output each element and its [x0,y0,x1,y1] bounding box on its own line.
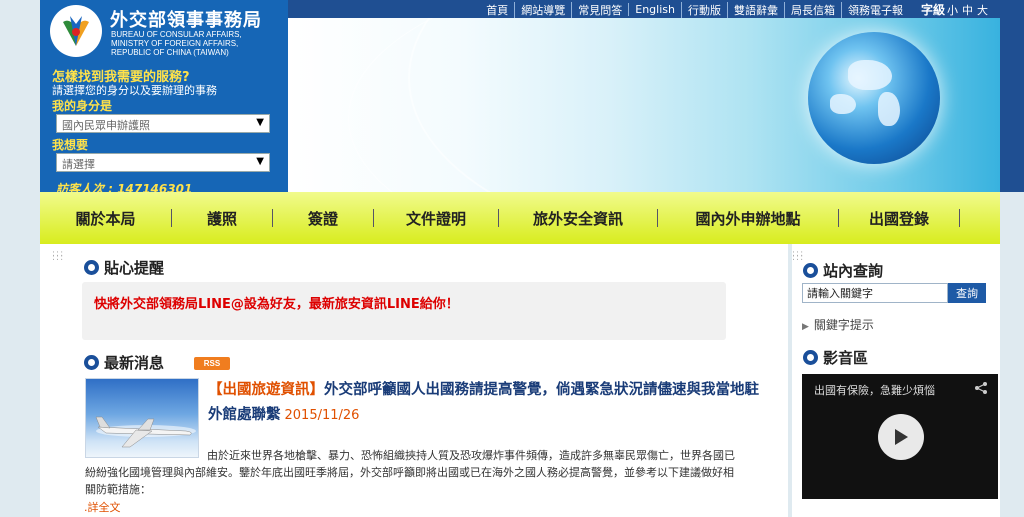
nav-about[interactable]: 關於本局 [40,192,171,244]
media-heading: 影音區 [803,347,868,368]
dropdown-arrow-icon: ▼ [256,156,264,167]
news-headline[interactable]: 【出國旅遊資訊】外交部呼籲國人出國務請提高警覺，倘遇緊急狀況請儘速與我當地駐外館… [208,378,768,428]
bureau-emblem-icon [50,5,102,57]
font-size-small[interactable]: 小 [945,2,960,18]
news-date: 2015/11/26 [284,408,360,423]
service-finder-title: 怎樣找到我需要的服務? [52,70,190,85]
media-heading-text: 影音區 [823,349,869,367]
drag-handle-icon[interactable]: :::::: [792,250,804,263]
want-label: 我想要 [52,138,89,152]
dropdown-arrow-icon: ▼ [256,117,264,128]
top-nav-home[interactable]: 首頁 [480,2,514,18]
identity-select-value: 國內民眾申辦護照 [62,119,150,132]
want-select[interactable]: 請選擇 ▼ [56,153,270,172]
identity-select[interactable]: 國內民眾申辦護照 ▼ [56,114,270,133]
font-size-large[interactable]: 大 [975,2,990,18]
reminder-text[interactable]: 快將外交部領務局LINE@設為好友，最新旅安資訊LINE給你！ [94,293,459,312]
nav-application-locations[interactable]: 國內外申辦地點 [658,192,838,244]
reminder-box: 快將外交部領務局LINE@設為好友，最新旅安資訊LINE給你！ [82,282,726,340]
bureau-name-zh: 外交部領事事務局 [110,10,262,31]
bureau-name-en: BUREAU OF CONSULAR AFFAIRS, MINISTRY OF … [111,30,242,57]
nav-document-authentication[interactable]: 文件證明 [374,192,498,244]
drag-handle-icon[interactable]: :::::: [52,250,64,263]
keyword-hint-link[interactable]: ▶ 關鍵字提示 [802,316,874,333]
video-player[interactable]: 出國有保險，急難少煩惱 [802,374,998,499]
top-nav-sitemap[interactable]: 網站導覽 [514,1,571,18]
want-select-value: 請選擇 [62,158,95,171]
nav-overseas-registration[interactable]: 出國登錄 [839,192,959,244]
news-thumbnail[interactable] [85,378,199,458]
section-bullet-icon [84,355,99,370]
site-search-heading: 站內查詢 [803,260,883,281]
main-nav: 關於本局 護照 簽證 文件證明 旅外安全資訊 國內外申辦地點 出國登錄 [40,192,1000,244]
video-title: 出國有保險，急難少煩惱 [814,384,935,397]
top-nav-english[interactable]: English [628,3,681,16]
play-icon [895,429,908,445]
news-summary: 由於近來世界各地槍擊、暴力、恐怖組織挾持人質及恐攻爆炸事件頻傳，造成許多無辜民眾… [85,449,735,496]
main-content: :::::: 貼心提醒 快將外交部領務局LINE@設為好友，最新旅安資訊LINE… [40,244,788,517]
service-finder-subtitle: 請選擇您的身分以及要辦理的事務 [52,84,217,97]
top-nav-newsletter[interactable]: 領務電子報 [840,1,909,18]
globe-icon [808,32,940,164]
site-search-heading-text: 站內查詢 [823,262,884,280]
keyword-hint-text: 關鍵字提示 [813,318,874,332]
logo[interactable]: 外交部領事事務局 BUREAU OF CONSULAR AFFAIRS, MIN… [40,0,288,64]
top-nav-director-mail[interactable]: 局長信箱 [783,1,841,18]
search-input[interactable] [802,283,948,303]
font-size-medium[interactable]: 中 [960,2,975,18]
nav-visa[interactable]: 簽證 [273,192,373,244]
reminder-heading: 貼心提醒 [84,257,164,278]
section-bullet-icon [803,263,818,278]
caret-right-icon: ▶ [802,322,809,332]
service-finder: 怎樣找到我需要的服務? 請選擇您的身分以及要辦理的事務 我的身分是 國內民眾申辦… [52,66,282,175]
news-category-tag: 【出國旅遊資訊】 [208,382,324,398]
header-right-edge [1000,0,1024,192]
section-bullet-icon [803,350,818,365]
search-button[interactable]: 查詢 [948,283,986,303]
news-heading: 最新消息 [84,352,164,373]
header: 外交部領事事務局 BUREAU OF CONSULAR AFFAIRS, MIN… [0,0,1024,196]
rss-icon[interactable]: RSS [194,357,230,370]
hero-banner [288,18,1000,192]
play-button[interactable] [878,414,924,460]
nav-divider [959,209,960,227]
nav-passport[interactable]: 護照 [172,192,272,244]
font-size-label: 字級 [920,3,945,17]
nav-travel-safety[interactable]: 旅外安全資訊 [499,192,657,244]
top-nav-glossary[interactable]: 雙語辭彙 [726,1,784,18]
sidebar: :::::: 站內查詢 查詢 ▶ 關鍵字提示 影音區 出國有保險，急難少煩惱 [792,244,1000,517]
reminder-heading-text: 貼心提醒 [104,259,165,277]
top-nav-mobile[interactable]: 行動版 [680,1,727,18]
read-more-link[interactable]: .詳全文 [84,499,121,515]
news-heading-text: 最新消息 [104,354,165,372]
section-bullet-icon [84,260,99,275]
top-bar: 首頁 網站導覽 常見問答 English 行動版 雙語辭彙 局長信箱 領務電子報… [288,0,1000,18]
top-nav-faq[interactable]: 常見問答 [571,1,628,18]
share-icon[interactable] [974,381,988,395]
top-nav: 首頁 網站導覽 常見問答 English 行動版 雙語辭彙 局長信箱 領務電子報… [480,1,990,18]
identity-label: 我的身分是 [52,99,113,113]
